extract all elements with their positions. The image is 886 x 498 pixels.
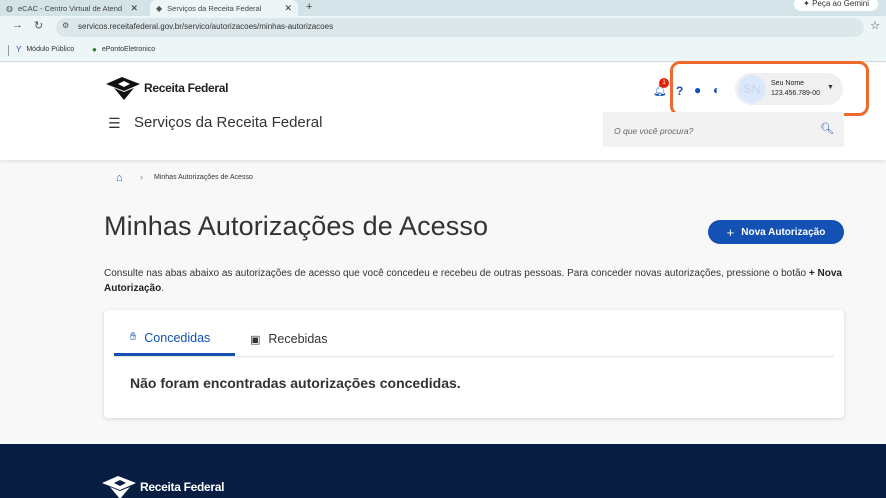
highlight-annotation: [670, 61, 869, 116]
notification-badge: 1: [659, 78, 669, 88]
browser-tab-receita[interactable]: ◆ Serviços da Receita Federal ✕: [150, 0, 298, 16]
bookmark-star-icon[interactable]: ☆: [870, 19, 880, 32]
browser-tab-label: eCAC - Centro Virtual de Atend: [17, 3, 123, 13]
url-field[interactable]: ⚙ servicos.receitafederal.gov.br/servico…: [56, 18, 864, 37]
tab-label: Recebidas: [268, 332, 328, 346]
plus-icon: +: [726, 224, 735, 240]
tab-concedidas[interactable]: ✋︎ Concedidas: [114, 322, 235, 356]
receita-logo-icon: [106, 77, 140, 100]
receita-favicon-icon: ◆: [156, 3, 163, 13]
page-title: Minhas Autorizações de Acesso: [104, 211, 489, 241]
button-label: Nova Autorização: [741, 226, 826, 238]
search-placeholder: O que você procura?: [614, 126, 694, 136]
tab-recebidas[interactable]: ▣ Recebidas: [250, 322, 327, 356]
bookmark-epontoeletronico[interactable]: ● ePontoEletronico: [92, 45, 155, 54]
site-info-icon[interactable]: ⚙: [62, 21, 69, 30]
site-footer: Receita Federal: [0, 444, 886, 498]
chevron-right-icon: ›: [140, 172, 143, 182]
divider: [114, 356, 834, 357]
gemini-button[interactable]: ✦ Peça ao Gemini: [794, 0, 878, 11]
bookmark-icon: Y: [16, 45, 22, 54]
search-input[interactable]: O que você procura? 🔍︎: [603, 112, 844, 147]
address-bar: → ↻ ⚙ servicos.receitafederal.gov.br/ser…: [0, 16, 886, 39]
logo-text: Receita Federal: [144, 81, 229, 95]
browser-tabstrip: ◍ eCAC - Centro Virtual de Atend ✕ ◆ Ser…: [0, 0, 886, 16]
tab-label: Concedidas: [144, 330, 211, 345]
bookmarks-bar: Y Módulo Público ● ePontoEletronico: [0, 39, 886, 62]
browser-tab-label: Serviços da Receita Federal: [167, 3, 262, 13]
logo-text: Receita Federal: [140, 480, 225, 494]
bookmark-icon: ●: [92, 45, 97, 54]
bookmark-label: Módulo Público: [26, 46, 75, 53]
receita-logo-icon: [102, 476, 136, 498]
search-icon[interactable]: 🔍︎: [820, 122, 834, 135]
reload-icon[interactable]: ↻: [34, 19, 43, 32]
close-icon[interactable]: ✕: [284, 3, 292, 14]
divider: [8, 45, 9, 56]
page-description: Consulte nas abas abaixo as autorizações…: [104, 268, 842, 294]
close-icon[interactable]: ✕: [130, 3, 138, 14]
bookmark-label: ePontoEletronico: [101, 46, 156, 53]
new-tab-icon[interactable]: +: [306, 0, 312, 14]
inbox-icon: ▣: [250, 333, 261, 346]
receita-logo[interactable]: Receita Federal: [104, 75, 229, 101]
tabs-card: ✋︎ Concedidas ▣ Recebidas Não foram enco…: [104, 310, 844, 418]
home-icon[interactable]: ⌂: [116, 172, 123, 184]
site-title: Serviços da Receita Federal: [134, 114, 323, 131]
browser-tab-ecac[interactable]: ◍ eCAC - Centro Virtual de Atend ✕: [6, 0, 144, 16]
empty-message: Não foram encontradas autorizações conce…: [130, 375, 461, 391]
breadcrumb: Minhas Autorizações de Acesso: [154, 174, 253, 181]
url-text: servicos.receitafederal.gov.br/servico/a…: [78, 22, 334, 31]
menu-icon[interactable]: ☰: [108, 115, 121, 132]
footer-logo[interactable]: Receita Federal: [100, 474, 225, 498]
bookmark-modulo-publico[interactable]: Y Módulo Público: [16, 45, 74, 54]
nova-autorizacao-button[interactable]: + Nova Autorização: [708, 220, 844, 244]
handshake-icon: ✋︎: [130, 331, 137, 343]
site-header: Receita Federal ☰ Serviços da Receita Fe…: [0, 61, 886, 160]
forward-icon[interactable]: →: [12, 19, 23, 31]
globe-icon: ◍: [6, 3, 13, 13]
